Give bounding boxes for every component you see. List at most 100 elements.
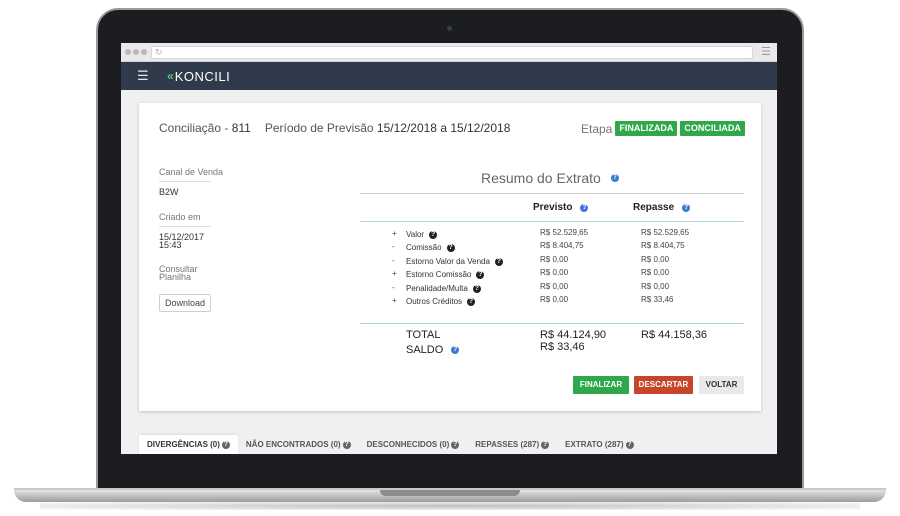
voltar-button[interactable]: VOLTAR bbox=[699, 376, 744, 394]
col-header-previsto: Previsto ? bbox=[533, 202, 589, 213]
help-icon[interactable]: ? bbox=[580, 203, 589, 212]
row-previsto: R$ 0,00 bbox=[540, 255, 569, 264]
row-previsto: R$ 0,00 bbox=[540, 295, 569, 304]
tab-divergencias[interactable]: DIVERGÊNCIAS (0)? bbox=[139, 435, 238, 454]
help-icon[interactable]: ? bbox=[429, 230, 438, 239]
help-icon[interactable]: ? bbox=[476, 270, 485, 279]
row-label-text: Estorno Comissão bbox=[406, 270, 472, 279]
conciliacao-label: Conciliação - bbox=[159, 121, 232, 135]
row-sign: + bbox=[392, 269, 397, 278]
col-repasse-label: Repasse bbox=[633, 202, 675, 213]
conciliacao-number: 811 bbox=[231, 121, 251, 135]
tab-extrato[interactable]: EXTRATO (287)? bbox=[557, 435, 641, 454]
tab-label: REPASSES (287) bbox=[475, 439, 540, 449]
row-sign: + bbox=[392, 296, 397, 305]
hamburger-icon[interactable]: ☰ bbox=[137, 68, 149, 84]
divider bbox=[159, 226, 211, 227]
laptop-notch bbox=[380, 490, 520, 496]
row-repasse: R$ 52.529,65 bbox=[641, 228, 690, 237]
help-icon[interactable]: ? bbox=[472, 284, 481, 293]
logo-mark: « bbox=[167, 69, 174, 83]
row-label-text: Comissão bbox=[406, 243, 442, 252]
row-repasse: R$ 0,00 bbox=[641, 282, 670, 291]
total-previsto: R$ 44.124,90 bbox=[540, 329, 607, 341]
periodo-label: Período de Previsão bbox=[264, 121, 377, 135]
row-sign: + bbox=[392, 229, 397, 238]
conciliation-card: Conciliação - 811 Período de Previsão 15/… bbox=[139, 103, 761, 411]
header-divider bbox=[360, 221, 744, 222]
tab-label: DIVERGÊNCIAS (0) bbox=[147, 439, 220, 449]
row-label: Penalidade/Multa? bbox=[406, 284, 481, 293]
saldo-value: R$ 33,46 bbox=[540, 341, 585, 353]
summary-title-text: Resumo do Extrato bbox=[481, 170, 601, 186]
row-label: Estorno Valor da Venda? bbox=[406, 257, 503, 266]
app-header: ☰ « KONCILI bbox=[121, 62, 777, 90]
help-icon[interactable]: ? bbox=[467, 297, 476, 306]
download-button[interactable]: Download bbox=[159, 294, 211, 312]
laptop-shadow bbox=[40, 502, 860, 510]
row-previsto: R$ 8.404,75 bbox=[540, 241, 584, 250]
planilha-label-2: Planilha bbox=[159, 272, 192, 282]
tab-nao-encontrados[interactable]: NÃO ENCONTRADOS (0)? bbox=[238, 435, 359, 454]
tab-desconhecidos[interactable]: DESCONHECIDOS (0)? bbox=[359, 435, 468, 454]
total-label: TOTAL bbox=[406, 329, 441, 341]
logo-text: KONCILI bbox=[174, 68, 231, 84]
window-dot[interactable] bbox=[141, 49, 147, 55]
divider bbox=[159, 181, 211, 182]
row-sign: - bbox=[392, 256, 395, 265]
row-repasse: R$ 0,00 bbox=[641, 255, 670, 264]
row-label: Valor? bbox=[406, 230, 438, 239]
periodo-value: 15/12/2018 a 15/12/2018 bbox=[376, 121, 511, 135]
saldo-label-text: SALDO bbox=[406, 344, 444, 356]
help-icon[interactable]: ? bbox=[451, 440, 460, 449]
criado-label: Criado em bbox=[159, 212, 201, 222]
screen: ↻ ☰ ☰ « KONCILI Conciliação - 811 Período… bbox=[121, 43, 777, 454]
reload-icon[interactable]: ↻ bbox=[155, 46, 163, 59]
tab-label: NÃO ENCONTRADOS (0) bbox=[245, 439, 341, 449]
row-previsto: R$ 0,00 bbox=[540, 268, 569, 277]
col-previsto-label: Previsto bbox=[533, 202, 573, 213]
row-previsto: R$ 0,00 bbox=[540, 282, 569, 291]
col-header-repasse: Repasse ? bbox=[633, 202, 691, 213]
help-icon[interactable]: ? bbox=[494, 257, 503, 266]
saldo-label: SALDO? bbox=[406, 344, 460, 356]
koncili-logo[interactable]: « KONCILI bbox=[167, 68, 230, 84]
row-repasse: R$ 8.404,75 bbox=[641, 241, 685, 250]
summary-title: Resumo do Extrato ? bbox=[481, 170, 619, 186]
help-icon[interactable]: ? bbox=[541, 440, 550, 449]
help-icon[interactable]: ? bbox=[610, 174, 619, 182]
row-label-text: Valor bbox=[406, 230, 425, 239]
help-icon[interactable]: ? bbox=[221, 440, 230, 449]
row-label-text: Outros Créditos bbox=[406, 297, 463, 306]
criado-time: 15:43 bbox=[159, 240, 182, 250]
tab-label: EXTRATO (287) bbox=[565, 439, 624, 449]
descartar-button[interactable]: DESCARTAR bbox=[634, 376, 693, 394]
etapa-label: Etapa bbox=[581, 121, 613, 136]
summary-divider bbox=[360, 193, 744, 194]
row-sign: - bbox=[392, 283, 395, 292]
address-bar[interactable] bbox=[151, 46, 753, 59]
window-dot[interactable] bbox=[125, 49, 131, 55]
row-label-text: Estorno Valor da Venda bbox=[406, 257, 490, 266]
row-repasse: R$ 0,00 bbox=[641, 268, 670, 277]
help-icon[interactable]: ? bbox=[682, 203, 691, 212]
page-title: Conciliação - 811 Período de Previsão 15/… bbox=[159, 121, 510, 135]
canal-value: B2W bbox=[159, 187, 179, 197]
total-divider bbox=[360, 323, 744, 324]
help-icon[interactable]: ? bbox=[625, 440, 634, 449]
status-badge-finalizada: FINALIZADA bbox=[615, 121, 678, 136]
tab-repasses[interactable]: REPASSES (287)? bbox=[467, 435, 557, 454]
help-icon[interactable]: ? bbox=[342, 440, 351, 449]
row-label: Outros Créditos? bbox=[406, 297, 476, 306]
browser-bar: ↻ ☰ bbox=[121, 43, 777, 62]
help-icon[interactable]: ? bbox=[451, 346, 460, 354]
tab-label: DESCONHECIDOS (0) bbox=[366, 439, 450, 449]
browser-menu-icon[interactable]: ☰ bbox=[761, 45, 771, 59]
help-icon[interactable]: ? bbox=[446, 243, 455, 252]
window-dot[interactable] bbox=[133, 49, 139, 55]
canal-label: Canal de Venda bbox=[159, 167, 224, 177]
finalizar-button[interactable]: FINALIZAR bbox=[573, 376, 629, 394]
row-repasse: R$ 33,46 bbox=[641, 295, 674, 304]
row-sign: - bbox=[392, 242, 395, 251]
row-label-text: Penalidade/Multa bbox=[406, 284, 468, 293]
